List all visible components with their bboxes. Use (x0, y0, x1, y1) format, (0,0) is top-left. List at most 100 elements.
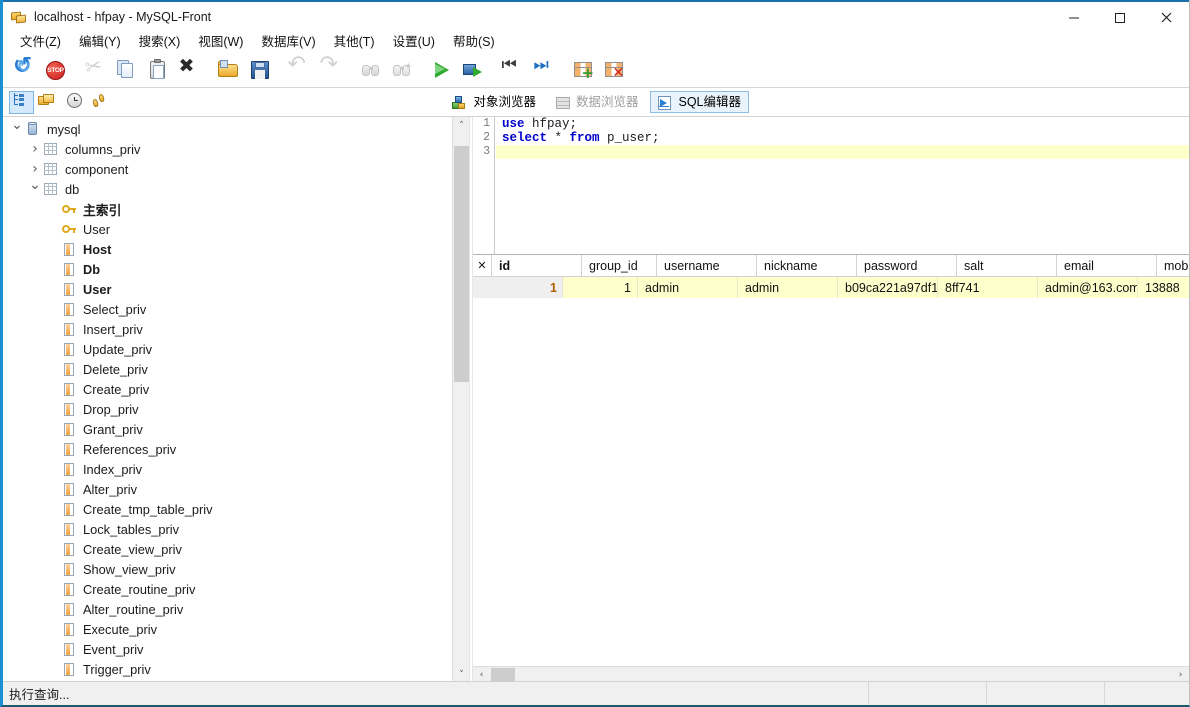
tree-node[interactable]: User (3, 219, 452, 239)
tree-node[interactable]: Index_priv (3, 459, 452, 479)
tree-node[interactable]: mysql (3, 119, 452, 139)
tree-node[interactable]: columns_priv (3, 139, 452, 159)
sql-line[interactable] (496, 145, 1189, 159)
tree-node[interactable]: Show_view_priv (3, 559, 452, 579)
menu-search[interactable]: 搜索(X) (130, 32, 190, 52)
column-header[interactable]: id (492, 255, 582, 276)
table-cell[interactable]: 8ff741 (938, 277, 1038, 298)
chevron-down-icon[interactable] (9, 119, 25, 139)
tree-node[interactable]: Event_priv (3, 639, 452, 659)
stop-icon-button[interactable]: STOP (40, 55, 71, 86)
tree-node[interactable]: Update_priv (3, 339, 452, 359)
tree-node[interactable]: Alter_priv (3, 479, 452, 499)
run-step-icon (462, 59, 484, 81)
tab-object-browser[interactable]: 对象浏览器 (445, 91, 544, 113)
tree-node[interactable]: Insert_priv (3, 319, 452, 339)
paste-icon-button[interactable] (142, 55, 173, 86)
column-header[interactable]: email (1057, 255, 1157, 276)
history-clock-icon-button[interactable] (63, 91, 88, 114)
tree-node-label: Execute_priv (83, 621, 157, 637)
run-icon-button[interactable] (426, 55, 457, 86)
redo-icon (320, 52, 342, 81)
menu-settings[interactable]: 设置(U) (384, 32, 444, 52)
tree-view-icon-button[interactable] (9, 90, 34, 114)
chevron-down-icon[interactable] (27, 179, 43, 199)
chevron-right-icon[interactable] (27, 159, 43, 179)
menu-database[interactable]: 数据库(V) (252, 32, 324, 52)
sql-keyword: use (502, 117, 525, 131)
column-header[interactable]: username (657, 255, 757, 276)
first-icon-button[interactable] (497, 55, 528, 86)
tree-node[interactable]: Lock_tables_priv (3, 519, 452, 539)
tree-node[interactable]: Grant_priv (3, 419, 452, 439)
find-icon (360, 59, 382, 81)
table-cell[interactable]: admin@163.com (1038, 277, 1138, 298)
chevron-right-icon[interactable] (27, 139, 43, 159)
copy-icon-button[interactable] (111, 55, 142, 86)
tree-node[interactable]: Create_tmp_table_priv (3, 499, 452, 519)
tree-node[interactable]: component (3, 159, 452, 179)
save-icon-button[interactable] (244, 55, 275, 86)
tree-node[interactable]: Delete_priv (3, 359, 452, 379)
column-header[interactable]: salt (957, 255, 1057, 276)
tab-sql-editor[interactable]: SQL编辑器 (650, 91, 749, 113)
table-cell[interactable]: b09ca221a97df1{ (838, 277, 938, 298)
tree-node[interactable]: 主索引 (3, 199, 452, 219)
footprints-icon-button[interactable] (90, 91, 115, 114)
open-folder-icon-button[interactable] (213, 55, 244, 86)
sql-editor-area[interactable]: 123 use hfpay; select * from p_user; (473, 117, 1189, 255)
tree-node[interactable]: Create_routine_priv (3, 579, 452, 599)
tree-node[interactable]: Trigger_priv (3, 659, 452, 679)
menu-help[interactable]: 帮助(S) (444, 32, 504, 52)
menu-edit[interactable]: 编辑(Y) (70, 32, 130, 52)
close-result-icon[interactable]: ✕ (473, 255, 492, 276)
tree-node[interactable]: Host (3, 239, 452, 259)
maximize-button[interactable] (1097, 2, 1143, 33)
chevron-none-icon (45, 199, 61, 219)
table-cell[interactable]: 1 (563, 277, 638, 298)
table-cell[interactable]: admin (638, 277, 738, 298)
menu-other[interactable]: 其他(T) (325, 32, 384, 52)
close-button[interactable] (1143, 2, 1189, 33)
tree-node[interactable]: db (3, 179, 452, 199)
delete-row-icon: ✕ (604, 59, 626, 81)
tree-node[interactable]: Create_priv (3, 379, 452, 399)
folders-icon-button[interactable] (36, 91, 61, 114)
tree-node[interactable]: Create_view_priv (3, 539, 452, 559)
sql-line[interactable]: use hfpay; (496, 117, 1189, 131)
table-cell[interactable]: admin (738, 277, 838, 298)
refresh-icon-button[interactable] (9, 55, 40, 86)
column-header[interactable]: group_id (582, 255, 657, 276)
tree-node[interactable]: References_priv (3, 439, 452, 459)
column-header[interactable]: mobile (1157, 255, 1189, 276)
delete-icon-button[interactable] (173, 55, 204, 86)
last-icon-button[interactable] (528, 55, 559, 86)
add-row-icon-button[interactable]: + (568, 55, 599, 86)
run-step-icon-button[interactable] (457, 55, 488, 86)
tree-node[interactable]: Drop_priv (3, 399, 452, 419)
column-header[interactable]: nickname (757, 255, 857, 276)
menu-view[interactable]: 视图(W) (189, 32, 252, 52)
tree-vertical-scrollbar[interactable]: ˄ ˅ (452, 117, 469, 683)
sql-code[interactable]: use hfpay; select * from p_user; (496, 117, 1189, 254)
table-row[interactable]: 1 1 admin admin b09ca221a97df1{8ff741 admin@1… (473, 277, 1189, 298)
chevron-none-icon (45, 259, 61, 279)
tree-node[interactable]: Alter_routine_priv (3, 599, 452, 619)
scroll-up-button[interactable]: ˄ (453, 117, 469, 134)
minimize-button[interactable] (1051, 2, 1097, 33)
tree-node[interactable]: User (3, 279, 452, 299)
main-body: mysql columns_priv component db主索引 User Host D… (3, 117, 1189, 683)
sql-line[interactable]: select * from p_user; (496, 131, 1189, 145)
menu-file[interactable]: 文件(Z) (11, 32, 70, 52)
chevron-none-icon (45, 479, 61, 499)
scrollbar-thumb[interactable] (454, 146, 469, 382)
column-header[interactable]: password (857, 255, 957, 276)
tree-node[interactable]: Execute_priv (3, 619, 452, 639)
tree-node[interactable]: Select_priv (3, 299, 452, 319)
delete-row-icon-button[interactable]: ✕ (599, 55, 630, 86)
object-tree[interactable]: mysql columns_priv component db主索引 User Host D… (3, 117, 452, 683)
table-cell[interactable]: 13888 (1138, 277, 1189, 298)
tree-node[interactable]: Db (3, 259, 452, 279)
tab-data-browser[interactable]: 数据浏览器 (548, 91, 647, 113)
history-clock-icon (65, 91, 87, 113)
